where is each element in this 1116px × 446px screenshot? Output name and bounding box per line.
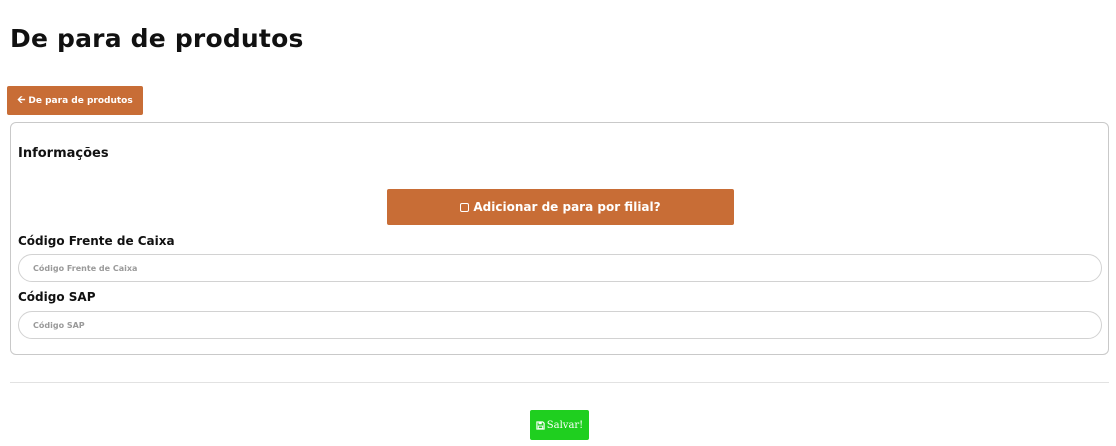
checkbox-icon xyxy=(460,202,470,212)
save-button[interactable]: Salvar! xyxy=(530,410,589,440)
sap-code-input[interactable] xyxy=(18,311,1102,339)
back-button[interactable]: 🡨 De para de produtos xyxy=(7,86,143,115)
sap-code-label: Código SAP xyxy=(18,290,96,304)
divider xyxy=(10,382,1109,383)
pdv-code-input[interactable] xyxy=(18,254,1102,282)
page-title: De para de produtos xyxy=(10,24,304,53)
add-filial-button-label: Adicionar de para por filial? xyxy=(473,200,661,214)
page: De para de produtos 🡨 De para de produto… xyxy=(0,0,1116,446)
info-card: Informações Adicionar de para por filial… xyxy=(10,122,1109,355)
arrow-left-icon: 🡨 xyxy=(17,94,26,106)
pdv-code-label: Código Frente de Caixa xyxy=(18,234,175,248)
back-button-label: De para de produtos xyxy=(28,95,133,106)
section-title: Informações xyxy=(18,146,109,161)
save-button-label: Salvar! xyxy=(546,419,584,431)
floppy-disk-icon xyxy=(536,420,545,430)
add-filial-button[interactable]: Adicionar de para por filial? xyxy=(387,189,734,225)
